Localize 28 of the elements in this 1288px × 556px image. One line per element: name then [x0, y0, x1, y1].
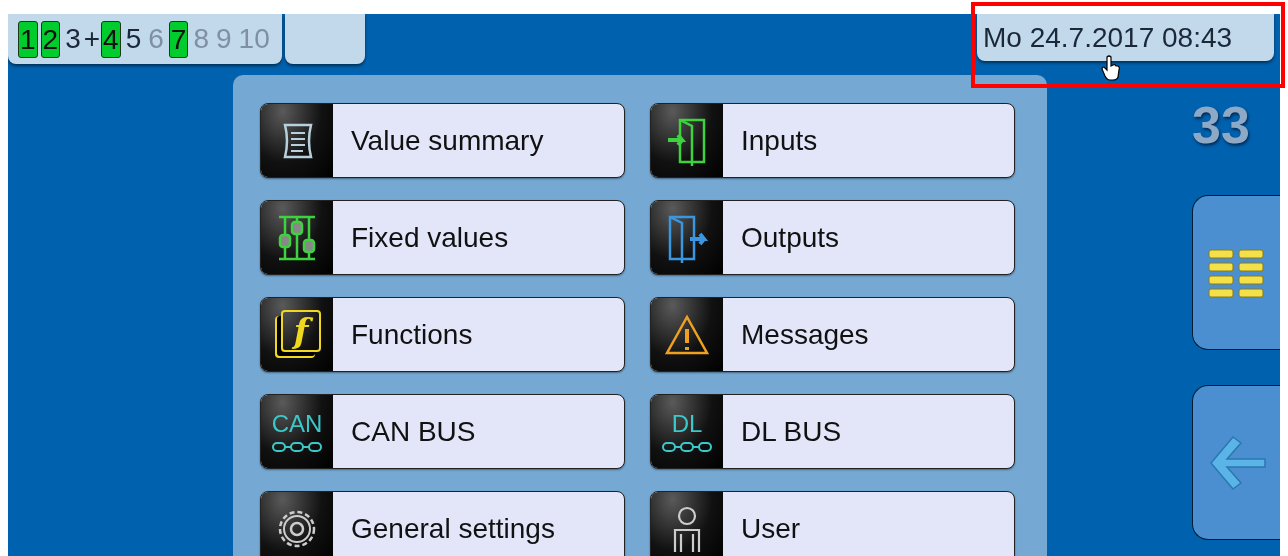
channel-number: 7: [168, 20, 189, 58]
counter-number: 33: [1192, 95, 1250, 155]
channel-number: 1: [18, 20, 38, 58]
channel-number: +: [82, 22, 102, 56]
menu-button[interactable]: User: [650, 491, 1015, 556]
channel-number: 4: [101, 20, 121, 58]
menu-button[interactable]: f Functions: [260, 297, 625, 372]
channel-number: 6: [147, 22, 165, 56]
menu-button[interactable]: General settings: [260, 491, 625, 556]
channel-number: 3: [64, 22, 82, 56]
channel-number: 9: [215, 22, 233, 56]
menu-button[interactable]: Outputs: [650, 200, 1015, 275]
warning-icon: [664, 313, 710, 356]
channel-number: 10: [237, 22, 271, 56]
menu-button[interactable]: CAN CAN BUS: [260, 394, 625, 469]
menu-button[interactable]: Messages: [650, 297, 1015, 372]
menu-button[interactable]: Value summary: [260, 103, 625, 178]
channel-number: 2: [40, 20, 61, 58]
channel-number: 5: [124, 22, 143, 56]
side-button[interactable]: [1192, 385, 1280, 540]
menu-button[interactable]: DL DL BUS: [650, 394, 1015, 469]
date-time-tab[interactable]: Mo 24.7.2017 08:43: [977, 14, 1274, 61]
channel-number: 8: [192, 22, 210, 56]
side-button[interactable]: [1192, 195, 1280, 350]
channel-tab[interactable]: 1 2 3+4 5 6 7 8 9 10: [8, 14, 282, 64]
menu-button[interactable]: Fixed values: [260, 200, 625, 275]
menu-button[interactable]: Inputs: [650, 103, 1015, 178]
hand-cursor-icon: [1101, 55, 1121, 81]
